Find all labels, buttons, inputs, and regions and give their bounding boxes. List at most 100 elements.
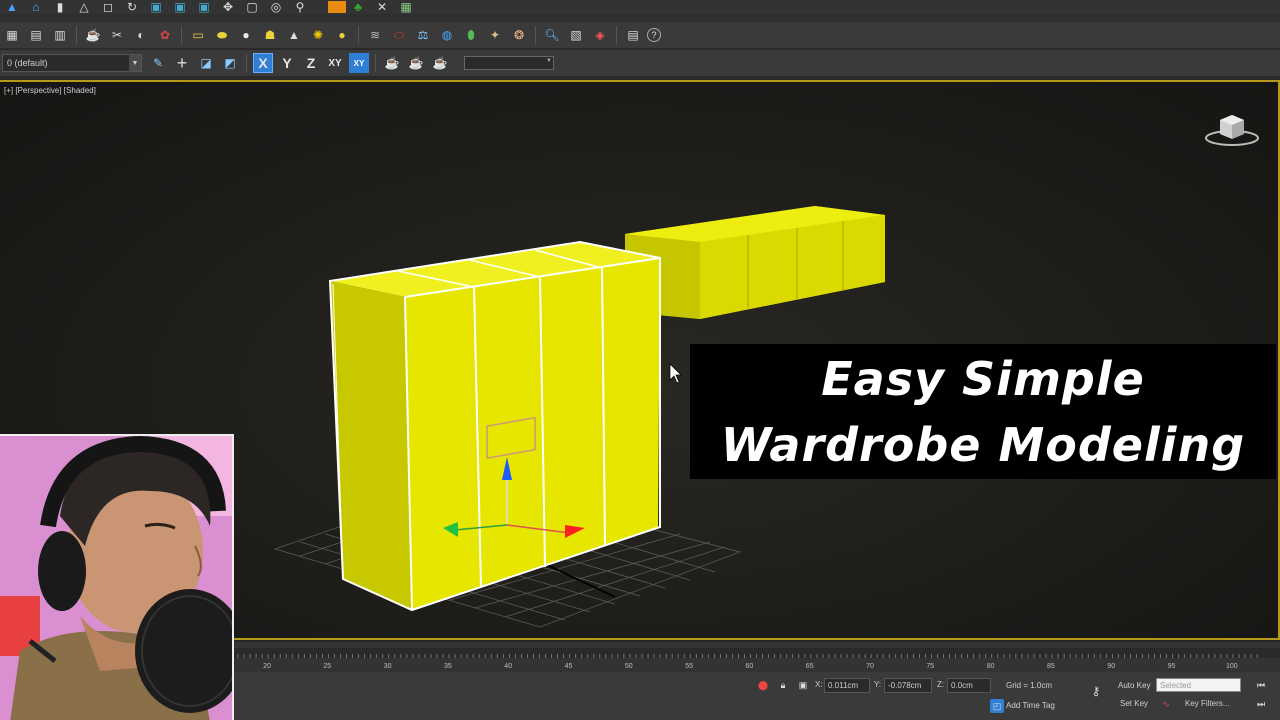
timeline-tick-label: 40 bbox=[504, 663, 512, 670]
document-icon[interactable]: ▮ bbox=[50, 0, 70, 14]
tool-icon[interactable]: ◎ bbox=[266, 0, 286, 14]
key-filters-button[interactable]: Key Filters... bbox=[1185, 699, 1229, 708]
tool-icon[interactable]: ⚲ bbox=[290, 0, 310, 14]
go-to-start-icon[interactable]: ⏮ bbox=[1254, 678, 1268, 692]
key-curve-icon[interactable]: ∿ bbox=[1159, 697, 1173, 711]
time-tag-icon[interactable]: ◰ bbox=[990, 699, 1004, 713]
tool-icon[interactable]: ✿ bbox=[155, 25, 175, 45]
tool-icon[interactable]: ♣ bbox=[348, 0, 368, 14]
tool-icon[interactable]: ▧ bbox=[566, 25, 586, 45]
chevron-down-icon[interactable]: ▼ bbox=[129, 55, 141, 71]
xy-plane-active-button[interactable]: XY bbox=[349, 53, 369, 73]
teapot-icon[interactable]: ☕ bbox=[406, 53, 426, 73]
webcam-overlay bbox=[0, 434, 234, 720]
wave-icon[interactable]: ≋ bbox=[365, 25, 385, 45]
key-icon[interactable]: ⚷ bbox=[1089, 684, 1103, 698]
toolbar-divider bbox=[0, 14, 1280, 22]
tool-icon[interactable]: ◻ bbox=[98, 0, 118, 14]
select-icon[interactable]: ◩ bbox=[220, 53, 240, 73]
layer-combo[interactable]: 0 (default) ▼ bbox=[2, 54, 142, 72]
timeline-tick-label: 45 bbox=[565, 663, 573, 670]
timeline-tick-label: 30 bbox=[384, 663, 392, 670]
x-label: X: bbox=[815, 680, 823, 689]
tool-icon[interactable]: ⚖ bbox=[413, 25, 433, 45]
help-icon[interactable]: ? bbox=[647, 28, 661, 42]
box-icon[interactable]: ▭ bbox=[188, 25, 208, 45]
title-line-2: Wardrobe Modeling bbox=[720, 417, 1246, 472]
wardrobe-object bbox=[328, 240, 661, 612]
y-axis-constraint-button[interactable]: Y bbox=[277, 53, 297, 73]
tool-icon[interactable]: ◈ bbox=[590, 25, 610, 45]
y-coordinate-field[interactable]: -0.078cm bbox=[884, 678, 932, 693]
tool-icon[interactable]: ▤ bbox=[623, 25, 643, 45]
selection-set-dropdown[interactable]: ▼ bbox=[464, 56, 554, 70]
select-icon[interactable]: ◪ bbox=[196, 53, 216, 73]
teapot-icon[interactable]: ☕ bbox=[430, 53, 450, 73]
menu-toolbar-partial: ▲ ⌂ ▮ △ ◻ ↻ ▣ ▣ ▣ ✥ ▢ ◎ ⚲ ♣ ✕ ▦ bbox=[0, 0, 1280, 14]
tool-icon[interactable]: ▲ bbox=[2, 0, 22, 14]
viewport-label[interactable]: [+] [Perspective] [Shaded] bbox=[4, 86, 96, 95]
teapot-icon[interactable]: ☕ bbox=[382, 53, 402, 73]
tool-icon[interactable]: ⌂ bbox=[26, 0, 46, 14]
separator bbox=[358, 26, 359, 44]
leaf-icon[interactable]: ⬮ bbox=[461, 25, 481, 45]
tool-icon[interactable]: ▣ bbox=[170, 0, 190, 14]
circle-icon[interactable]: ● bbox=[236, 25, 256, 45]
xy-plane-constraint-button[interactable]: XY bbox=[325, 53, 345, 73]
set-key-button[interactable]: Set Key bbox=[1120, 699, 1148, 708]
auto-key-button[interactable]: Auto Key bbox=[1118, 681, 1150, 690]
circle-icon[interactable]: ● bbox=[332, 25, 352, 45]
separator bbox=[535, 26, 536, 44]
timeline-tick-label: 20 bbox=[263, 663, 271, 670]
lock-icon[interactable]: 🔒︎ bbox=[776, 678, 790, 692]
timeline-tick-label: 55 bbox=[685, 663, 693, 670]
tool-icon[interactable]: ✦ bbox=[485, 25, 505, 45]
go-to-end-icon[interactable]: ⏭ bbox=[1254, 697, 1268, 711]
tool-icon[interactable]: ▢ bbox=[242, 0, 262, 14]
grid-icon[interactable]: ▦ bbox=[2, 25, 22, 45]
sphere-icon[interactable]: ⬬ bbox=[212, 25, 232, 45]
calculator-icon[interactable]: ▤ bbox=[26, 25, 46, 45]
timeline-ticks: 20 25 30 35 40 45 50 55 60 65 70 75 80 85 90 95 100 bbox=[234, 648, 1280, 670]
timeline-tick-label: 25 bbox=[323, 663, 331, 670]
z-axis-constraint-button[interactable]: Z bbox=[301, 53, 321, 73]
plus-icon[interactable]: + bbox=[172, 53, 192, 73]
viewcube-icon[interactable] bbox=[1204, 108, 1260, 148]
tool-icon[interactable]: ▣ bbox=[146, 0, 166, 14]
tool-icon[interactable]: ✥ bbox=[218, 0, 238, 14]
timeline-ruler[interactable]: 20 25 30 35 40 45 50 55 60 65 70 75 80 85 90 95 100 bbox=[234, 642, 1280, 672]
tool-icon[interactable]: ✂ bbox=[107, 25, 127, 45]
selected-set-dropdown[interactable]: Selected bbox=[1156, 678, 1241, 692]
cone-icon[interactable]: ▲ bbox=[284, 25, 304, 45]
sun-icon[interactable]: ✺ bbox=[308, 25, 328, 45]
timeline-tick-label: 70 bbox=[866, 663, 874, 670]
add-time-tag-label[interactable]: Add Time Tag bbox=[1006, 701, 1055, 710]
close-icon[interactable]: ✕ bbox=[372, 0, 392, 14]
tool-icon[interactable]: ▣ bbox=[194, 0, 214, 14]
pin-icon[interactable]: ⬤ bbox=[756, 678, 770, 692]
separator bbox=[375, 54, 376, 72]
wave-icon[interactable]: ◐ bbox=[131, 25, 151, 45]
pill-icon[interactable]: ⬭ bbox=[389, 25, 409, 45]
tool-icon[interactable]: ▦ bbox=[396, 0, 416, 14]
x-axis-constraint-button[interactable]: X bbox=[253, 53, 273, 73]
timeline-tick-label: 65 bbox=[806, 663, 814, 670]
timeline-tick-label: 60 bbox=[746, 663, 754, 670]
teapot-icon[interactable]: ☕ bbox=[83, 25, 103, 45]
render-icon[interactable] bbox=[328, 1, 346, 13]
rotate-icon[interactable]: ↻ bbox=[122, 0, 142, 14]
table-icon[interactable]: ▥ bbox=[50, 25, 70, 45]
grid-size-label: Grid = 1.0cm bbox=[1006, 681, 1053, 690]
tool-icon[interactable]: △ bbox=[74, 0, 94, 14]
layer-icon[interactable]: ✎ bbox=[148, 53, 168, 73]
tool-icon[interactable]: ❂ bbox=[509, 25, 529, 45]
timeline-tick-label: 85 bbox=[1047, 663, 1055, 670]
selection-lock-icon[interactable]: ▣ bbox=[796, 678, 810, 692]
search-icon[interactable]: 🔍︎ bbox=[542, 25, 562, 45]
world-axis-line bbox=[544, 563, 616, 598]
x-coordinate-field[interactable]: 0.011cm bbox=[824, 678, 870, 693]
teapot-icon[interactable]: ☗ bbox=[260, 25, 280, 45]
z-coordinate-field[interactable]: 0.0cm bbox=[947, 678, 991, 693]
globe-icon[interactable]: ◍ bbox=[437, 25, 457, 45]
z-label: Z: bbox=[937, 680, 945, 689]
